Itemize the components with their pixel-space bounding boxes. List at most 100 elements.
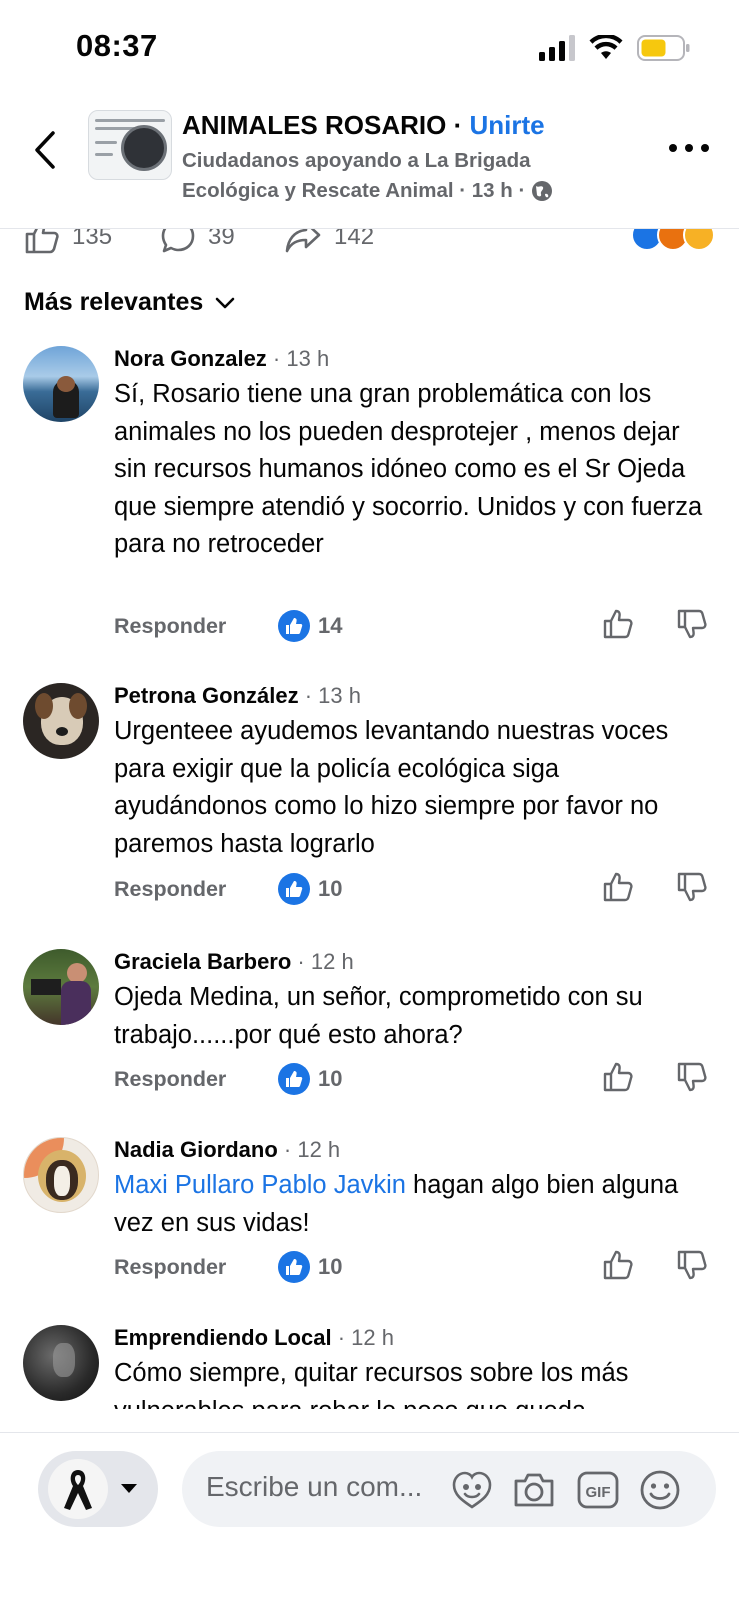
comment-count-button[interactable]: 39 (160, 228, 235, 255)
comment-author[interactable]: Petrona González (114, 683, 299, 708)
comment-actions: Responder 10 (114, 871, 714, 911)
like-comment-icon[interactable] (602, 1249, 634, 1281)
dislike-comment-icon[interactable] (676, 608, 708, 640)
svg-text:GIF: GIF (586, 1484, 611, 1501)
emoji-icon (640, 1470, 680, 1510)
status-icons (539, 34, 691, 62)
back-button[interactable] (28, 128, 62, 172)
comment-time: · 13 h (298, 683, 361, 708)
reply-button[interactable]: Responder (114, 1067, 226, 1092)
mention-link[interactable]: Maxi Pullaro Pablo Javkin (114, 1171, 406, 1199)
group-title[interactable]: ANIMALES ROSARIO · Unirte (182, 110, 545, 141)
reply-button[interactable]: Responder (114, 614, 226, 639)
caret-down-icon (121, 1484, 137, 1493)
avatar[interactable] (23, 1325, 99, 1401)
comment-text: Ojeda Medina, un señor, comprometido con… (114, 983, 643, 1049)
camera-icon (514, 1473, 554, 1507)
comment-actions: Responder 10 (114, 1061, 714, 1101)
chevron-down-icon (215, 297, 235, 308)
comment-time: · 13 h (266, 346, 330, 371)
avatar[interactable] (23, 346, 99, 422)
group-seal-image (121, 125, 167, 171)
dislike-comment-icon[interactable] (676, 871, 708, 903)
group-name[interactable]: ANIMALES ROSARIO (182, 110, 446, 140)
comment-time: · 12 h (277, 1137, 341, 1162)
avatar[interactable] (23, 1137, 99, 1213)
post-author-name-line2[interactable]: Ecológica y Rescate Animal (182, 176, 454, 206)
join-group-link[interactable]: Unirte (469, 110, 544, 140)
comment-text: Cómo siempre, quitar recursos sobre los … (114, 1359, 629, 1409)
title-separator: · (446, 110, 470, 140)
comment-count: 39 (208, 228, 235, 250)
more-options-button[interactable] (669, 136, 709, 160)
comment-bubble-icon (161, 229, 195, 253)
comment-composer: Escribe un com... GIF (0, 1432, 739, 1600)
dislike-comment-icon[interactable] (676, 1061, 708, 1093)
post-header: ANIMALES ROSARIO · Unirte Ciudadanos apo… (0, 100, 739, 228)
sort-label: Más relevantes (24, 288, 204, 316)
avatar-sticker-icon (452, 1471, 492, 1509)
comment-like-number: 10 (318, 1066, 343, 1091)
comment-author[interactable]: Nora Gonzalez (114, 346, 267, 371)
like-count: 135 (72, 228, 113, 250)
group-thumbnail[interactable] (88, 110, 172, 180)
comment-like-count[interactable]: 10 (278, 1251, 342, 1283)
dot-icon (669, 144, 677, 152)
post-author-line: Ciudadanos apoyando a La Brigada Ecológi… (182, 146, 602, 206)
sad-reaction-icon (683, 229, 715, 251)
like-badge-icon (278, 1063, 310, 1095)
avatar[interactable] (23, 949, 99, 1025)
share-count-button[interactable]: 142 (284, 228, 375, 255)
dot-icon (701, 144, 709, 152)
reply-button[interactable]: Responder (114, 1255, 226, 1280)
gif-icon: GIF (577, 1471, 619, 1509)
sort-comments-dropdown[interactable]: Más relevantes (24, 288, 235, 317)
post-time: · 13 h · (453, 179, 532, 202)
comment-input[interactable]: Escribe un com... GIF (182, 1451, 716, 1527)
comment-like-count[interactable]: 10 (278, 1063, 342, 1095)
comment-text: Sí, Rosario tiene una gran problemática … (114, 380, 703, 558)
status-time: 08:37 (76, 28, 158, 63)
like-count-button[interactable]: 135 (24, 228, 113, 255)
comment-as-selector[interactable] (38, 1451, 158, 1527)
like-comment-icon[interactable] (602, 608, 634, 640)
like-comment-icon[interactable] (602, 1061, 634, 1093)
like-comment-icon[interactable] (602, 871, 634, 903)
thumbnail-text-line (95, 153, 113, 156)
like-badge-icon (278, 610, 310, 642)
cellular-signal-icon (539, 35, 575, 61)
comment-text: Urgenteee ayudemos levantando nuestras v… (114, 717, 669, 858)
comment-author[interactable]: Nadia Giordano (114, 1137, 278, 1162)
dislike-comment-icon[interactable] (676, 1249, 708, 1281)
dot-icon (685, 144, 693, 152)
comment-like-number: 14 (318, 613, 343, 638)
chevron-left-icon (35, 131, 55, 169)
comment-like-count[interactable]: 14 (278, 610, 342, 642)
avatar-sticker-button[interactable] (450, 1468, 494, 1512)
like-badge-icon (278, 873, 310, 905)
camera-button[interactable] (512, 1468, 556, 1512)
comment-time: · 12 h (291, 949, 354, 974)
wifi-icon (589, 35, 623, 59)
like-outline-icon (25, 229, 59, 254)
gif-button[interactable]: GIF (576, 1468, 620, 1512)
reply-button[interactable]: Responder (114, 877, 226, 902)
mourning-ribbon-icon (64, 1470, 92, 1510)
comment-time: · 12 h (331, 1325, 394, 1350)
comment-like-number: 10 (318, 1254, 343, 1279)
comment-author[interactable]: Graciela Barbero (114, 949, 291, 974)
comment-actions: Responder 14 (114, 608, 714, 648)
comment-like-count[interactable]: 10 (278, 873, 342, 905)
comment-actions: Responder 10 (114, 1249, 714, 1289)
battery-icon (637, 35, 690, 61)
reaction-summary[interactable] (631, 229, 715, 251)
post-author-name-line1[interactable]: Ciudadanos apoyando a La Brigada (182, 146, 602, 176)
comment-author[interactable]: Emprendiendo Local (114, 1325, 332, 1350)
avatar[interactable] (23, 683, 99, 759)
status-bar: 08:37 (0, 0, 739, 100)
emoji-button[interactable] (638, 1468, 682, 1512)
globe-icon (532, 181, 553, 201)
thumbnail-text-line (95, 141, 117, 144)
share-arrow-icon (285, 229, 321, 253)
share-count: 142 (334, 228, 375, 250)
